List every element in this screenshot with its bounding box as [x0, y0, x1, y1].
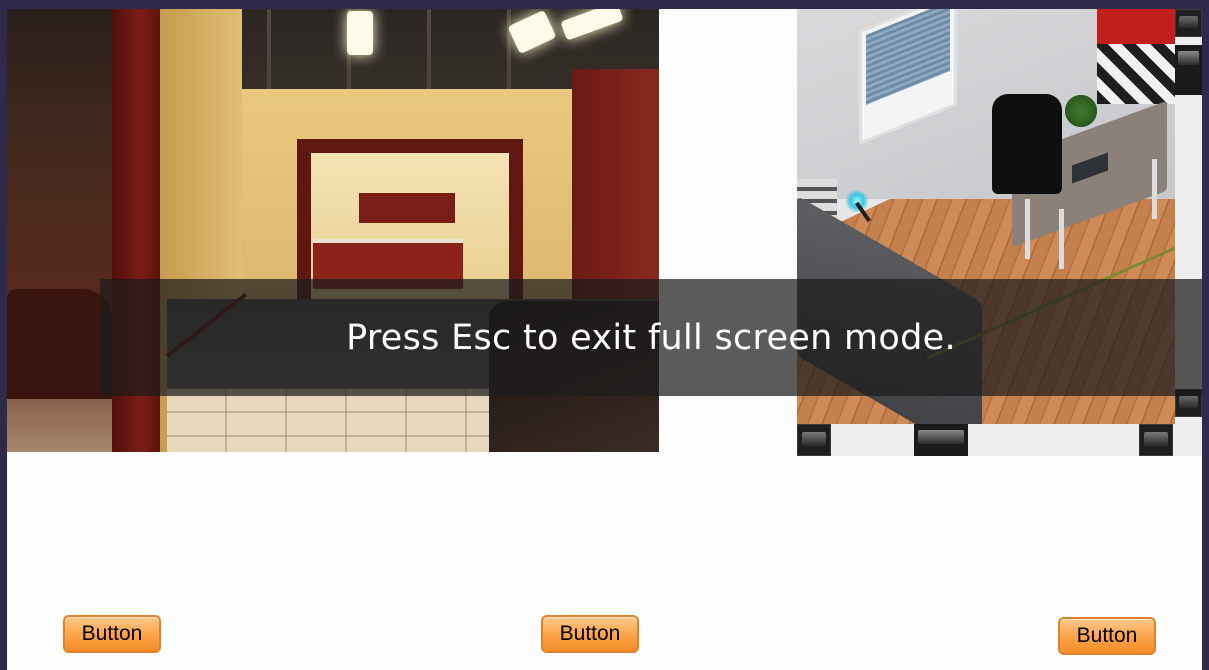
horizontal-scroll-thumb[interactable] — [914, 424, 968, 456]
arrow-down-icon — [1179, 396, 1198, 408]
arrow-right-icon — [1144, 432, 1168, 446]
office-chair — [992, 94, 1062, 194]
button-right[interactable]: Button — [1058, 617, 1156, 655]
button-left-label: Button — [81, 622, 143, 645]
scroll-up-button[interactable] — [1175, 9, 1202, 37]
plant — [1065, 95, 1097, 127]
arrow-up-icon — [1179, 16, 1198, 28]
cursor-glow-icon — [845, 189, 869, 213]
app-stage: Press Esc to exit full screen mode. Butt… — [7, 9, 1202, 670]
fullscreen-notice: Press Esc to exit full screen mode. — [100, 279, 1202, 396]
ceiling-light — [347, 11, 373, 55]
kitchen-upper-cabinet — [359, 193, 455, 223]
sofa — [7, 289, 112, 399]
button-center-label: Button — [559, 622, 621, 645]
arrow-left-icon — [802, 432, 826, 446]
button-right-label: Button — [1076, 624, 1138, 647]
checkered-wall — [1097, 44, 1177, 104]
scroll-left-button[interactable] — [797, 424, 831, 456]
scroll-right-button[interactable] — [1139, 424, 1173, 456]
fullscreen-notice-text: Press Esc to exit full screen mode. — [346, 317, 956, 358]
button-center[interactable]: Button — [541, 615, 639, 653]
button-left[interactable]: Button — [63, 615, 161, 653]
horizontal-scrollbar[interactable] — [797, 424, 1175, 456]
scrollbar-corner — [1175, 424, 1202, 456]
vertical-scroll-thumb[interactable] — [1175, 45, 1202, 95]
